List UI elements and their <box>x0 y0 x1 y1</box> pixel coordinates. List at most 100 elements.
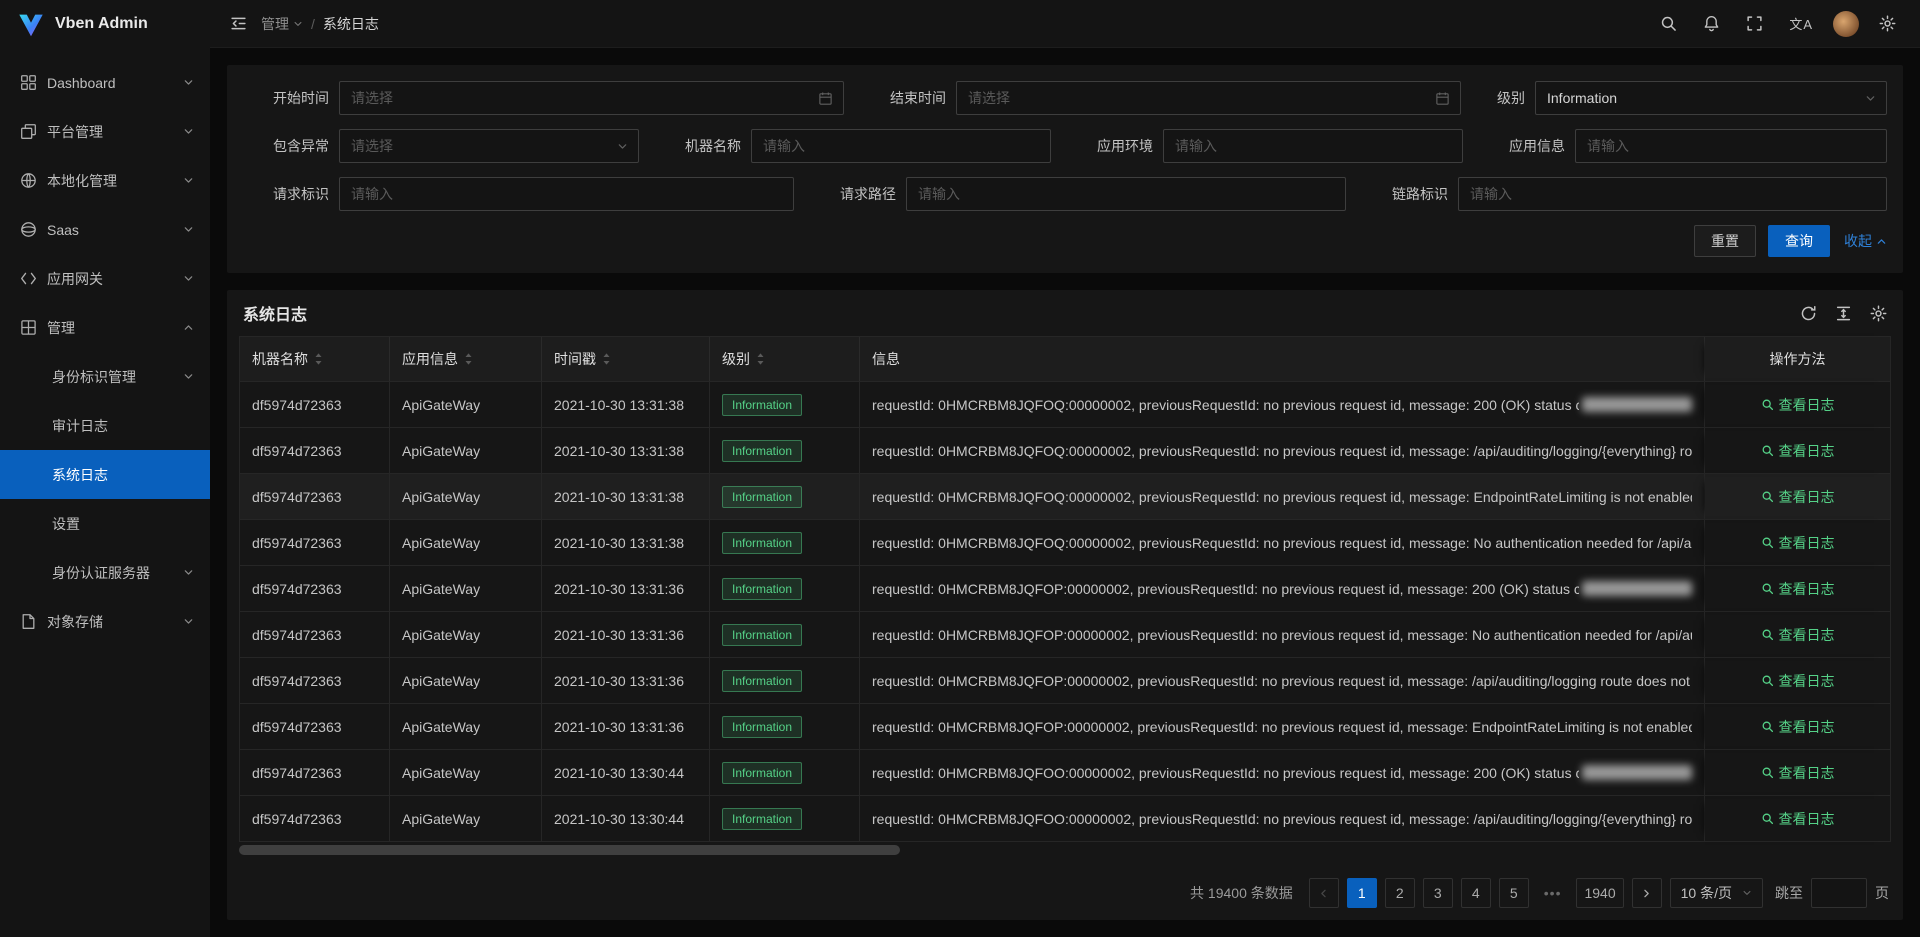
request-id-field[interactable] <box>339 177 794 211</box>
breadcrumb-parent[interactable]: 管理 <box>261 14 303 34</box>
start-time-input[interactable] <box>340 82 818 114</box>
sort-caret-icon[interactable] <box>602 352 611 366</box>
jump-prefix-label: 跳至 <box>1775 883 1803 903</box>
avatar[interactable] <box>1833 11 1859 37</box>
page-size-value: 10 条/页 <box>1681 883 1732 903</box>
pagination-next-button[interactable] <box>1632 878 1662 908</box>
end-time-input[interactable] <box>957 82 1435 114</box>
view-log-label: 查看日志 <box>1779 395 1835 415</box>
sidebar-item-gateway[interactable]: 应用网关 <box>0 254 210 303</box>
cell-app-info: ApiGateWay <box>390 750 542 795</box>
include-exception-select[interactable] <box>339 129 639 163</box>
magnifier-icon <box>1761 766 1774 779</box>
chevron-down-icon <box>183 126 194 137</box>
notification-bell-icon[interactable] <box>1697 9 1726 38</box>
sidebar-item-label: 对象存储 <box>47 612 103 632</box>
column-header-app_info[interactable]: 应用信息 <box>390 337 542 381</box>
pagination-ellipsis[interactable]: ••• <box>1537 878 1569 908</box>
sidebar-item-auth-server[interactable]: 身份认证服务器 <box>0 548 210 597</box>
pagination-page-1[interactable]: 1 <box>1347 878 1377 908</box>
magnifier-icon <box>1761 536 1774 549</box>
page-jump-input[interactable] <box>1811 878 1867 908</box>
page-size-select[interactable]: 10 条/页 <box>1670 878 1763 908</box>
sidebar-item-platform[interactable]: 平台管理 <box>0 107 210 156</box>
view-log-button[interactable]: 查看日志 <box>1761 579 1835 599</box>
sort-caret-icon[interactable] <box>464 352 473 366</box>
sidebar-item-admin[interactable]: 管理 <box>0 303 210 352</box>
trace-id-field[interactable] <box>1458 177 1887 211</box>
sort-caret-icon[interactable] <box>756 352 765 366</box>
sidebar-item-dashboard[interactable]: Dashboard <box>0 58 210 107</box>
view-log-button[interactable]: 查看日志 <box>1761 487 1835 507</box>
sidebar-item-identity-management[interactable]: 身份标识管理 <box>0 352 210 401</box>
fullscreen-icon[interactable] <box>1740 9 1769 38</box>
app-env-field[interactable] <box>1163 129 1463 163</box>
view-log-button[interactable]: 查看日志 <box>1761 717 1835 737</box>
query-button[interactable]: 查询 <box>1768 225 1830 257</box>
logo-title: Vben Admin <box>55 15 148 33</box>
level-select-value[interactable] <box>1536 82 1865 114</box>
level-badge: Information <box>722 624 802 646</box>
search-icon[interactable] <box>1654 9 1683 38</box>
pagination-page-4[interactable]: 4 <box>1461 878 1491 908</box>
horizontal-scrollbar[interactable] <box>239 845 1891 855</box>
menu-fold-icon[interactable] <box>224 9 253 38</box>
column-header-timestamp[interactable]: 时间戳 <box>542 337 710 381</box>
app-info-field[interactable] <box>1575 129 1887 163</box>
machine-name-field[interactable] <box>751 129 1051 163</box>
sidebar: Vben Admin Dashboard平台管理本地化管理Saas应用网关管理身… <box>0 0 210 937</box>
pagination-page-2[interactable]: 2 <box>1385 878 1415 908</box>
cell-machine-name: df5974d72363 <box>240 382 390 427</box>
sidebar-item-settings[interactable]: 设置 <box>0 499 210 548</box>
sidebar-item-saas[interactable]: Saas <box>0 205 210 254</box>
view-log-button[interactable]: 查看日志 <box>1761 671 1835 691</box>
saas-icon <box>20 221 37 238</box>
sort-caret-icon[interactable] <box>314 352 323 366</box>
pagination-page-5[interactable]: 5 <box>1499 878 1529 908</box>
view-log-button[interactable]: 查看日志 <box>1761 533 1835 553</box>
start-time-datepicker[interactable] <box>339 81 844 115</box>
row-height-icon[interactable] <box>1835 305 1852 322</box>
view-log-button[interactable]: 查看日志 <box>1761 809 1835 829</box>
logo[interactable]: Vben Admin <box>0 0 210 48</box>
settings-gear-icon[interactable] <box>1873 9 1902 38</box>
pagination-page-1940[interactable]: 1940 <box>1576 878 1623 908</box>
filter-item-end-time: 结束时间 <box>860 81 1461 115</box>
app-env-input[interactable] <box>1164 130 1462 162</box>
level-badge: Information <box>722 762 802 784</box>
sidebar-item-audit-logs[interactable]: 审计日志 <box>0 401 210 450</box>
cell-level: Information <box>710 658 860 703</box>
include-exception-value[interactable] <box>340 130 617 162</box>
cell-app-info: ApiGateWay <box>390 612 542 657</box>
column-settings-gear-icon[interactable] <box>1870 305 1887 322</box>
request-path-field[interactable] <box>906 177 1346 211</box>
sidebar-item-object-storage[interactable]: 对象存储 <box>0 597 210 646</box>
view-log-button[interactable]: 查看日志 <box>1761 763 1835 783</box>
sidebar-item-localization[interactable]: 本地化管理 <box>0 156 210 205</box>
level-select[interactable] <box>1535 81 1887 115</box>
reset-button[interactable]: 重置 <box>1694 225 1756 257</box>
message-text: requestId: 0HMCRBM8JQFOP:00000002, previ… <box>872 673 1692 689</box>
view-log-button[interactable]: 查看日志 <box>1761 441 1835 461</box>
trace-id-input[interactable] <box>1459 178 1886 210</box>
language-icon[interactable]: 文A <box>1783 8 1819 39</box>
pagination-prev-button[interactable] <box>1309 878 1339 908</box>
app-info-input[interactable] <box>1576 130 1886 162</box>
view-log-button[interactable]: 查看日志 <box>1761 625 1835 645</box>
collapse-link[interactable]: 收起 <box>1844 231 1887 251</box>
request-id-input[interactable] <box>340 178 793 210</box>
cell-app-info: ApiGateWay <box>390 704 542 749</box>
machine-name-input[interactable] <box>752 130 1050 162</box>
sidebar-item-label: Dashboard <box>47 75 116 91</box>
scrollbar-thumb[interactable] <box>239 845 900 855</box>
view-log-label: 查看日志 <box>1779 533 1835 553</box>
column-header-machine_name[interactable]: 机器名称 <box>240 337 390 381</box>
filter-buttons: 重置 查询 收起 <box>243 225 1887 257</box>
pagination-page-3[interactable]: 3 <box>1423 878 1453 908</box>
end-time-datepicker[interactable] <box>956 81 1461 115</box>
view-log-button[interactable]: 查看日志 <box>1761 395 1835 415</box>
column-header-level[interactable]: 级别 <box>710 337 860 381</box>
sidebar-item-system-logs[interactable]: 系统日志 <box>0 450 210 499</box>
refresh-icon[interactable] <box>1800 305 1817 322</box>
request-path-input[interactable] <box>907 178 1345 210</box>
